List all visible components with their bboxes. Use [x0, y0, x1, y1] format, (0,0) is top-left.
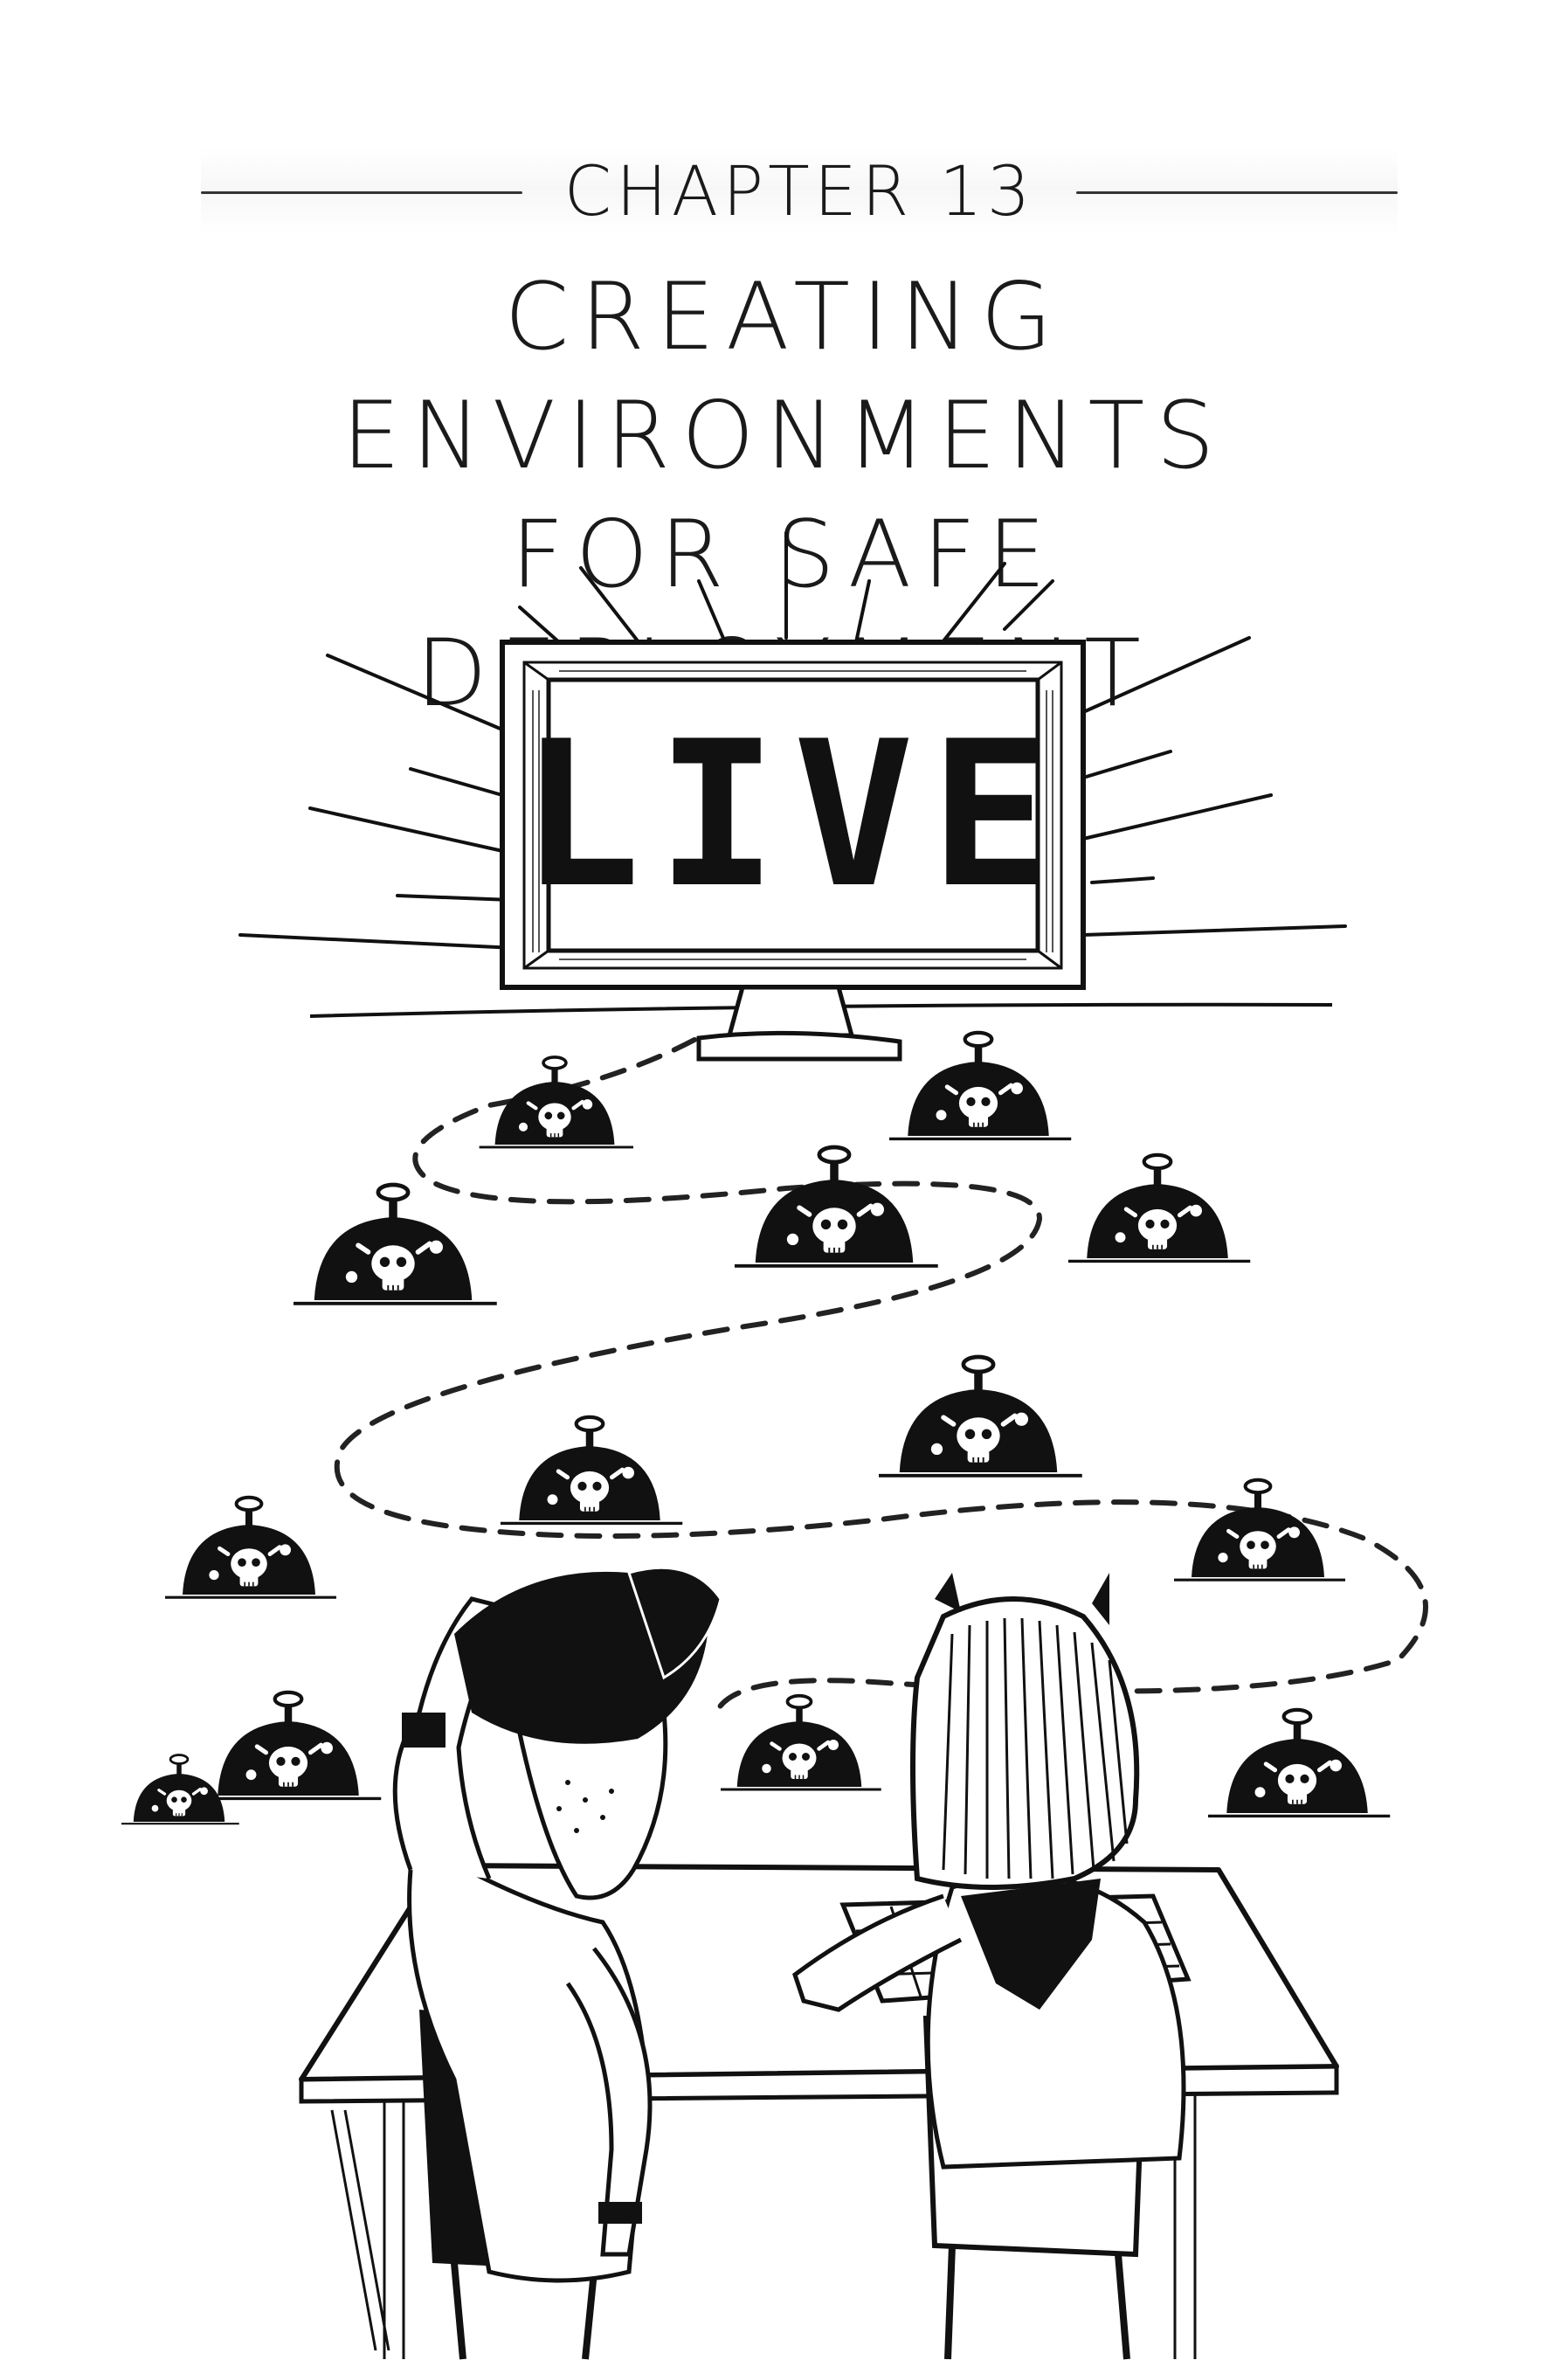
mine-icon	[165, 1498, 336, 1597]
mine-icon	[889, 1033, 1071, 1139]
chapter-illustration: LIVE	[120, 531, 1428, 2360]
mine-icon	[1174, 1480, 1345, 1580]
mine-icon	[199, 1692, 381, 1799]
monitor-screen-text: LIVE	[520, 699, 1067, 932]
mine-icon	[735, 1147, 938, 1266]
mine-icon	[1068, 1155, 1250, 1262]
mine-icon	[294, 1185, 497, 1304]
mine-icon	[721, 1696, 881, 1789]
mine-icon	[501, 1417, 682, 1524]
monitor-icon: LIVE	[500, 640, 1086, 1062]
mine-icon	[1208, 1710, 1390, 1817]
mine-icon	[879, 1357, 1082, 1476]
person-icon	[792, 1573, 1186, 2360]
